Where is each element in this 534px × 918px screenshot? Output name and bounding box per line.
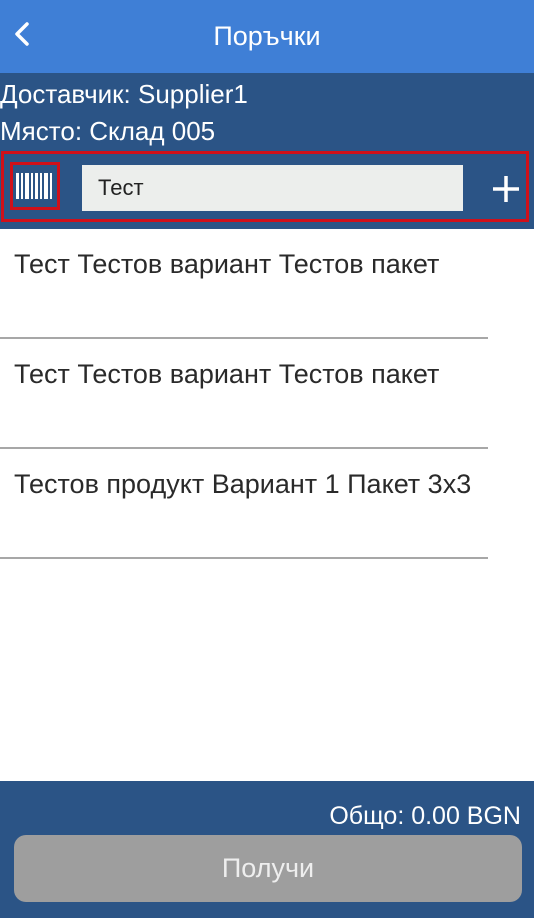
supplier-label: Доставчик: Supplier1 <box>0 79 248 109</box>
add-button[interactable] <box>486 168 526 210</box>
product-name: Тест Тестов вариант Тестов пакет <box>14 249 440 279</box>
product-list: Тест Тестов вариант Тестов пакет Тест Те… <box>0 229 534 559</box>
barcode-scan-button[interactable] <box>10 162 60 210</box>
product-item[interactable]: Тестов продукт Вариант 1 Пакет 3x3 <box>0 449 488 559</box>
product-item[interactable]: Тест Тестов вариант Тестов пакет <box>0 229 488 339</box>
footer-bar: Общо: 0.00 BGN Получи <box>0 781 534 918</box>
product-name: Тестов продукт Вариант 1 Пакет 3x3 <box>14 469 472 499</box>
page-title: Поръчки <box>213 21 321 51</box>
product-item[interactable]: Тест Тестов вариант Тестов пакет <box>0 339 488 449</box>
total-amount: Общо: 0.00 BGN <box>329 802 521 830</box>
plus-icon <box>493 176 519 202</box>
app-bar: Поръчки <box>0 0 534 73</box>
barcode-icon <box>16 173 52 199</box>
location-label: Място: Склад 005 <box>0 116 216 146</box>
product-name: Тест Тестов вариант Тестов пакет <box>14 359 440 389</box>
search-input[interactable] <box>82 165 463 211</box>
receive-button[interactable]: Получи <box>14 835 522 902</box>
